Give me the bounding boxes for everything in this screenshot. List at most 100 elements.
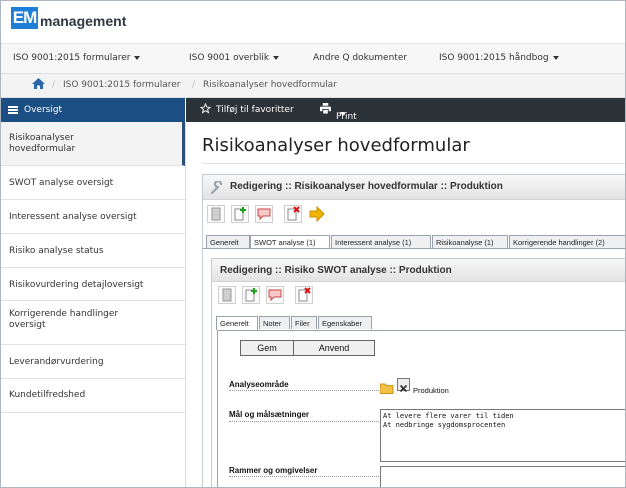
sidebar-item-label: Risikoanalyser hovedformular xyxy=(9,133,76,154)
inner-tab-bar: Generelt Noter Filer Egenskaber xyxy=(212,316,625,330)
new-button[interactable] xyxy=(231,205,249,223)
caret-down-icon xyxy=(134,55,141,60)
sidebar-item-leverandoer[interactable]: Leverandørvurdering xyxy=(1,345,185,379)
app-window: EM management ISO 9001:2015 formularer I… xyxy=(0,0,626,488)
main-menu: ISO 9001:2015 formularer ISO 9001 overbl… xyxy=(1,44,625,74)
caret-down-icon xyxy=(273,55,280,60)
menu-iso-overblik[interactable]: ISO 9001 overblik xyxy=(189,53,280,63)
tab-generelt[interactable]: Generelt xyxy=(206,235,250,248)
document-button[interactable] xyxy=(218,286,236,304)
menu-iso-formularer[interactable]: ISO 9001:2015 formularer xyxy=(13,53,141,63)
framework-label: Rammer og omgivelser xyxy=(229,466,318,475)
tab-egenskaber[interactable]: Egenskaber xyxy=(318,316,372,329)
tab-baseline xyxy=(203,248,625,249)
star-icon xyxy=(199,102,212,117)
add-favorite-button[interactable]: Tilføj til favoritter xyxy=(216,105,294,115)
tab-noter[interactable]: Noter xyxy=(259,316,290,329)
tab-korrigerende-handlinger[interactable]: Korrigerende handlinger (2) xyxy=(509,235,625,248)
breadcrumb: / ISO 9001:2015 formularer / Risikoanaly… xyxy=(1,74,625,98)
delete-document-icon xyxy=(298,287,311,302)
sidebar-item-label: Kundetilfredshed xyxy=(9,390,86,400)
menu-icon xyxy=(8,106,18,114)
comment-button[interactable] xyxy=(255,205,273,223)
goals-textarea[interactable]: At levere flere varer til tiden At nedbr… xyxy=(380,409,625,462)
page-toolbar: Tilføj til favoritter Print xyxy=(186,98,625,122)
sidebar-item-label: Risiko analyse status xyxy=(9,246,104,256)
logo-mark: EM xyxy=(11,7,38,29)
divider xyxy=(229,476,379,477)
new-button[interactable] xyxy=(242,286,260,304)
edit-panel-header: Redigering :: Risikoanalyser hovedformul… xyxy=(203,175,625,200)
document-icon xyxy=(211,207,221,221)
document-icon xyxy=(222,288,232,302)
sidebar-item-label: Korrigerende handlinger oversigt xyxy=(9,309,119,330)
print-icon xyxy=(320,103,331,117)
swot-panel-title: Redigering :: Risiko SWOT analyse :: Pro… xyxy=(220,265,452,276)
goals-label: Mål og målsætninger xyxy=(229,410,310,419)
tab-filer[interactable]: Filer xyxy=(291,316,317,329)
document-button[interactable] xyxy=(207,205,225,223)
tab-swot-analyse[interactable]: SWOT analyse (1) xyxy=(250,235,330,249)
sidebar-item-label: Interessent analyse oversigt xyxy=(9,212,137,222)
menu-label: Andre Q dokumenter xyxy=(313,53,408,63)
tab-interessent-analyse[interactable]: Interessent analyse (1) xyxy=(331,235,431,248)
divider xyxy=(229,421,379,422)
logo-bar: EM management xyxy=(1,1,625,44)
form-area: Gem Anvend Analyseområde Produktion Mål … xyxy=(217,330,625,487)
sidebar-item-kundetilfredshed[interactable]: Kundetilfredshed xyxy=(1,379,185,413)
sidebar-header-label: Oversigt xyxy=(24,105,63,115)
divider xyxy=(202,163,625,164)
breadcrumb-item-formularer[interactable]: ISO 9001:2015 formularer xyxy=(63,80,180,90)
apply-button[interactable]: Anvend xyxy=(293,340,375,356)
delete-document-icon xyxy=(287,206,300,221)
swot-panel-header: Redigering :: Risiko SWOT analyse :: Pro… xyxy=(212,259,625,282)
menu-label: ISO 9001:2015 håndbog xyxy=(439,53,549,63)
edit-panel: Redigering :: Risikoanalyser hovedformul… xyxy=(202,174,625,487)
save-button[interactable]: Gem xyxy=(240,340,294,356)
outer-tab-bar: Generelt SWOT analyse (1) Interessent an… xyxy=(203,235,625,249)
sidebar-item-swot[interactable]: SWOT analyse oversigt xyxy=(1,166,185,200)
breadcrumb-separator: / xyxy=(192,80,196,90)
sidebar-item-label: Risikovurdering detajloversigt xyxy=(9,280,144,290)
sidebar-item-interessent[interactable]: Interessent analyse oversigt xyxy=(1,200,185,234)
caret-down-icon xyxy=(552,55,559,60)
area-label: Analyseområde xyxy=(229,380,289,389)
menu-andre-dokumenter[interactable]: Andre Q dokumenter xyxy=(313,53,407,63)
delete-button[interactable] xyxy=(284,205,302,223)
sidebar-item-label: SWOT analyse oversigt xyxy=(9,178,114,188)
sidebar-item-risiko-status[interactable]: Risiko analyse status xyxy=(1,234,185,268)
menu-label: ISO 9001:2015 formularer xyxy=(13,53,131,63)
framework-textarea[interactable] xyxy=(380,466,625,487)
breadcrumb-separator: / xyxy=(52,80,56,90)
tab-generelt[interactable]: Generelt xyxy=(216,316,258,330)
swot-panel: Redigering :: Risiko SWOT analyse :: Pro… xyxy=(211,258,625,487)
divider xyxy=(229,390,379,391)
logo-text: management xyxy=(40,13,127,29)
comment-icon xyxy=(268,289,282,302)
delete-button[interactable] xyxy=(295,286,313,304)
sidebar-item-risikoanalyser[interactable]: Risikoanalyser hovedformular xyxy=(1,122,185,166)
sidebar-item-korrigerende[interactable]: Korrigerende handlinger oversigt xyxy=(1,301,185,345)
add-document-icon xyxy=(245,288,257,302)
sidebar-header[interactable]: Oversigt xyxy=(1,98,185,122)
forward-button[interactable] xyxy=(308,205,326,223)
area-value: Produktion xyxy=(413,386,449,395)
folder-icon[interactable] xyxy=(379,379,395,398)
sidebar: Risikoanalyser hovedformular SWOT analys… xyxy=(1,122,186,487)
sidebar-item-label: Leverandørvurdering xyxy=(9,357,104,367)
wrench-icon xyxy=(210,179,224,195)
clear-icon[interactable] xyxy=(397,378,410,393)
comment-button[interactable] xyxy=(266,286,284,304)
arrow-right-icon xyxy=(309,205,325,223)
home-icon[interactable] xyxy=(32,78,45,92)
sidebar-item-risikovurdering[interactable]: Risikovurdering detajloversigt xyxy=(1,268,185,301)
menu-iso-haandbog[interactable]: ISO 9001:2015 håndbog xyxy=(439,53,559,63)
edit-panel-title: Redigering :: Risikoanalyser hovedformul… xyxy=(230,181,503,192)
caret-down-icon xyxy=(340,112,346,116)
tab-risikoanalyse[interactable]: Risikoanalyse (1) xyxy=(432,235,508,248)
menu-label: ISO 9001 overblik xyxy=(189,53,270,63)
comment-icon xyxy=(257,208,271,221)
add-document-icon xyxy=(234,207,246,221)
page-title: Risikoanalyser hovedformular xyxy=(202,135,470,156)
breadcrumb-item-current: Risikoanalyser hovedformular xyxy=(203,80,337,90)
